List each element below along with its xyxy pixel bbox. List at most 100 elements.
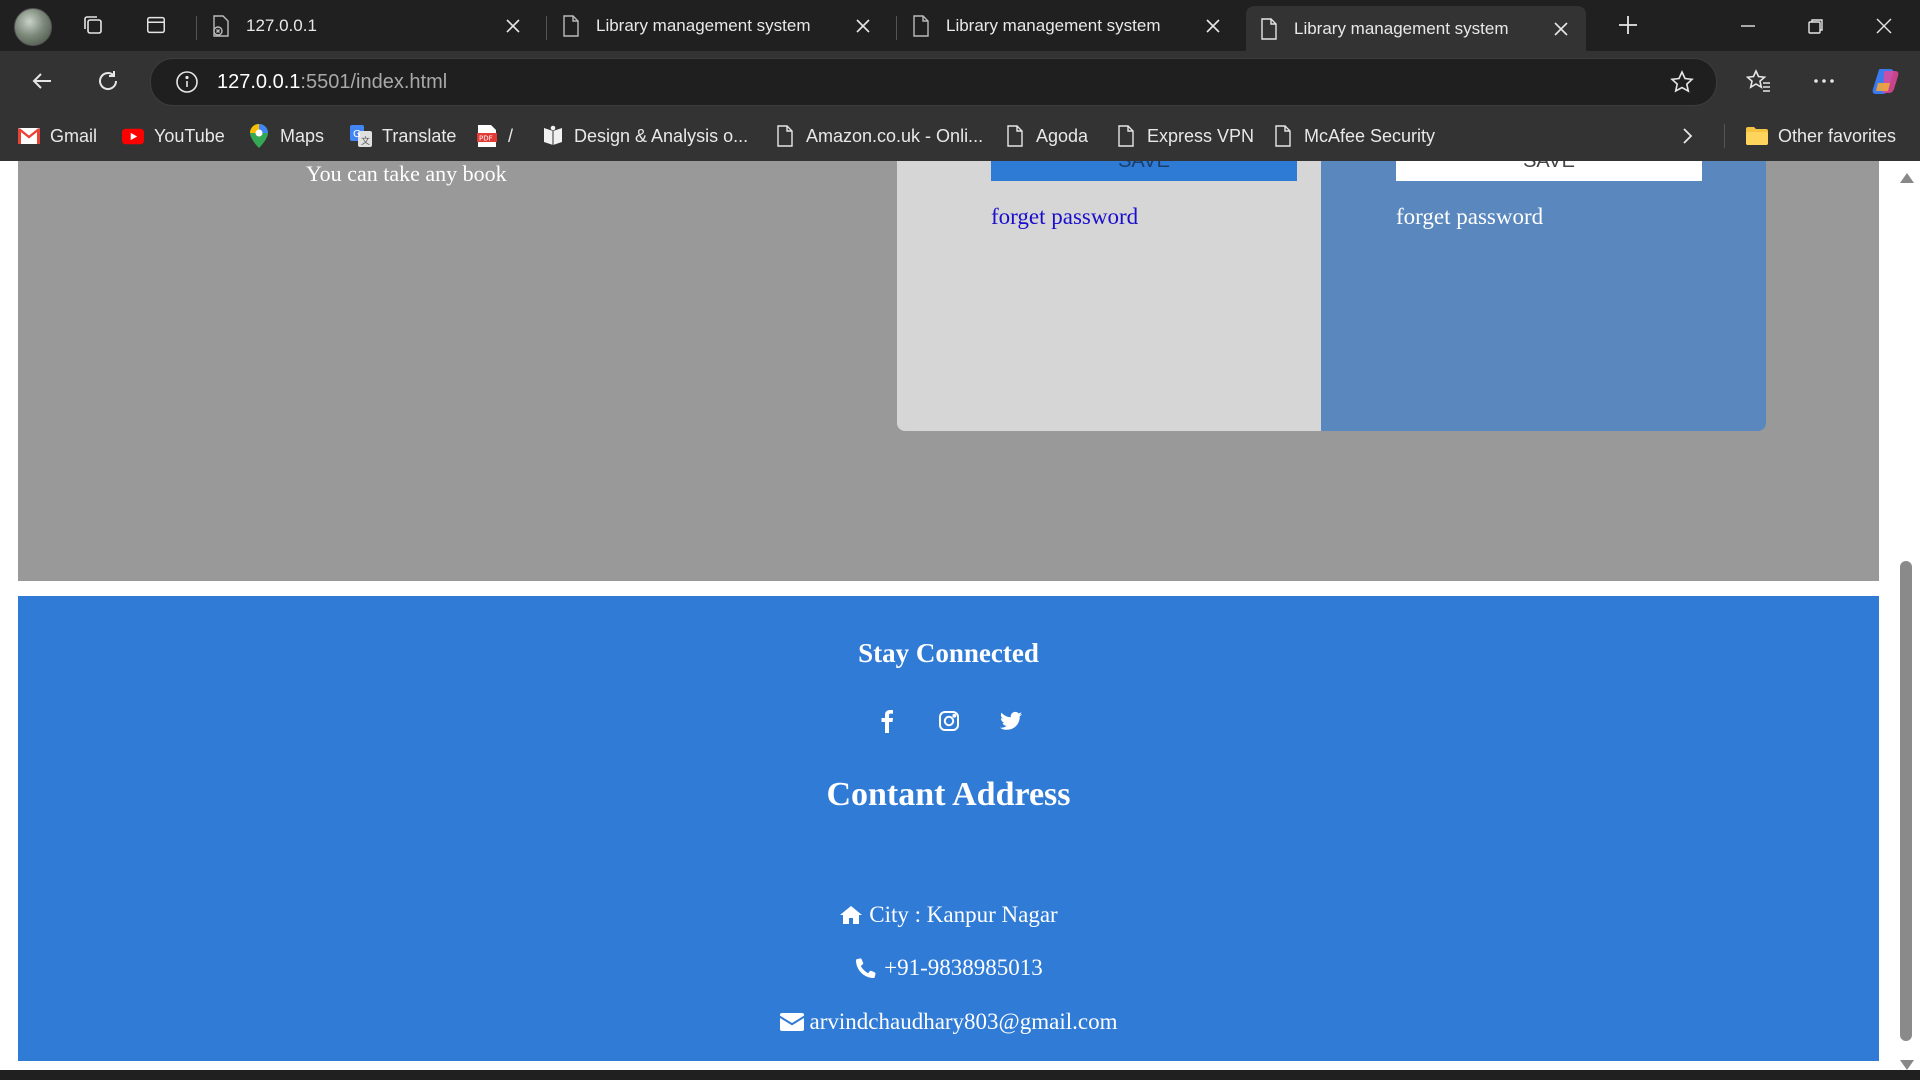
browser-toolbar: 127.0.0.1:5501/index.html — [0, 51, 1920, 111]
vertical-scrollbar[interactable] — [1892, 161, 1920, 1080]
other-favorites[interactable]: Other favorites — [1746, 123, 1896, 149]
window-close-icon[interactable] — [1850, 0, 1918, 51]
svg-text:PDF: PDF — [479, 135, 493, 143]
favorite-label: Express VPN — [1147, 125, 1255, 146]
footer: Stay Connected Contant Address City : Ka… — [18, 596, 1879, 1061]
page-icon — [1115, 125, 1137, 147]
tab-label: Library management system — [596, 16, 811, 35]
close-icon[interactable] — [496, 9, 530, 43]
favorites-bar: Gmail YouTube Maps G文 Translate PDF / De… — [0, 111, 1920, 161]
tab-label: 127.0.0.1 — [246, 16, 317, 35]
phone-icon — [854, 956, 878, 980]
folder-icon — [1746, 125, 1768, 147]
favorite-label: Gmail — [50, 125, 98, 146]
favorite-gmail[interactable]: Gmail — [18, 123, 97, 149]
favorite-maps[interactable]: Maps — [248, 123, 324, 149]
signup-card: SAVE forget password — [1321, 161, 1766, 431]
favorite-label: McAfee Security — [1304, 125, 1436, 146]
window-bottom-border — [0, 1070, 1920, 1080]
page-icon — [1272, 125, 1294, 147]
signup-save-button[interactable]: SAVE — [1396, 161, 1702, 181]
page-error-icon — [212, 15, 232, 37]
favorites-overflow-chevron-icon[interactable] — [1680, 123, 1694, 149]
favorite-label: Maps — [280, 125, 325, 146]
favorite-label: Translate — [382, 125, 457, 146]
stay-connected-heading: Stay Connected — [858, 638, 1039, 668]
tab-library-active[interactable]: Library management system — [1246, 6, 1586, 51]
favorite-label: YouTube — [154, 125, 225, 146]
envelope-icon — [779, 1010, 804, 1034]
hero-section: You can take any book SAVE forget passwo… — [18, 161, 1879, 581]
contact-address-heading: Contant Address — [826, 776, 1071, 813]
phone-line: +91-9838985013 — [18, 955, 1879, 981]
favorite-express-vpn[interactable]: Express VPN — [1115, 123, 1254, 149]
copilot-icon[interactable] — [1866, 61, 1906, 101]
translate-icon: G文 — [350, 125, 372, 147]
tab-library-2[interactable]: Library management system — [898, 6, 1238, 46]
page-icon — [912, 15, 932, 37]
hero-tagline: You can take any book — [306, 161, 507, 186]
youtube-icon — [122, 125, 144, 147]
site-info-icon[interactable] — [173, 68, 201, 96]
phone-text: +91-9838985013 — [884, 955, 1043, 980]
tab-actions-icon[interactable] — [139, 8, 173, 42]
minimize-icon[interactable] — [1714, 0, 1782, 51]
favorite-translate[interactable]: G文 Translate — [350, 123, 456, 149]
tab-localhost[interactable]: 127.0.0.1 — [198, 6, 538, 46]
page-icon — [1260, 17, 1280, 40]
page-icon — [774, 125, 796, 147]
scroll-down-arrow-icon[interactable] — [1900, 1060, 1914, 1070]
workspaces-icon[interactable] — [76, 8, 110, 42]
close-icon[interactable] — [1544, 12, 1578, 46]
login-forget-password-link[interactable]: forget password — [991, 204, 1138, 230]
back-icon[interactable] — [22, 61, 62, 101]
url-host: 127.0.0.1 — [217, 70, 301, 93]
url-path: :5501/index.html — [300, 70, 448, 93]
favorite-label: Design & Analysis o... — [574, 125, 749, 146]
book-icon — [542, 125, 564, 147]
facebook-icon[interactable] — [873, 707, 901, 735]
tab-label: Library management system — [946, 16, 1161, 35]
email-line: arvindchaudhary803@gmail.com — [18, 1009, 1879, 1035]
pdf-icon: PDF — [476, 125, 498, 147]
refresh-icon[interactable] — [88, 61, 128, 101]
scrollbar-thumb[interactable] — [1900, 561, 1912, 1041]
instagram-icon[interactable] — [935, 707, 963, 735]
twitter-icon[interactable] — [997, 707, 1025, 735]
favorite-design-analysis[interactable]: Design & Analysis o... — [542, 123, 748, 149]
tab-library-1[interactable]: Library management system — [548, 6, 888, 46]
more-menu-icon[interactable] — [1804, 61, 1844, 101]
page-viewport: You can take any book SAVE forget passwo… — [0, 161, 1920, 1080]
social-links — [18, 707, 1879, 735]
close-icon[interactable] — [846, 9, 880, 43]
scroll-up-arrow-icon[interactable] — [1900, 173, 1914, 183]
signup-forget-password-link[interactable]: forget password — [1396, 204, 1543, 230]
address-bar[interactable]: 127.0.0.1:5501/index.html — [150, 58, 1717, 106]
new-tab-icon[interactable] — [1611, 8, 1645, 42]
favorite-label: / — [508, 125, 514, 146]
favorite-star-icon[interactable] — [1668, 68, 1696, 96]
city-line: City : Kanpur Nagar — [18, 902, 1879, 928]
favorite-pdf[interactable]: PDF / — [476, 123, 513, 149]
favorite-label: Amazon.co.uk - Onli... — [806, 125, 984, 146]
favorite-amazon[interactable]: Amazon.co.uk - Onli... — [774, 123, 983, 149]
gmail-icon — [18, 125, 40, 147]
city-text: City : Kanpur Nagar — [869, 902, 1058, 927]
svg-text:G: G — [353, 129, 361, 140]
page-icon — [1004, 125, 1026, 147]
favorites-icon[interactable] — [1739, 61, 1779, 101]
other-favorites-label: Other favorites — [1778, 125, 1897, 146]
restore-icon[interactable] — [1782, 0, 1850, 51]
close-icon[interactable] — [1196, 9, 1230, 43]
home-icon — [839, 903, 863, 927]
favorite-youtube[interactable]: YouTube — [122, 123, 225, 149]
favorite-mcafee[interactable]: McAfee Security — [1272, 123, 1435, 149]
favorite-agoda[interactable]: Agoda — [1004, 123, 1088, 149]
email-text: arvindchaudhary803@gmail.com — [809, 1009, 1118, 1034]
favorite-label: Agoda — [1036, 125, 1089, 146]
login-save-button[interactable]: SAVE — [991, 161, 1297, 181]
profile-avatar[interactable] — [14, 8, 52, 46]
page-icon — [562, 15, 582, 37]
tab-label: Library management system — [1294, 18, 1509, 38]
tab-strip: 127.0.0.1 Library management system Libr… — [0, 0, 1920, 51]
